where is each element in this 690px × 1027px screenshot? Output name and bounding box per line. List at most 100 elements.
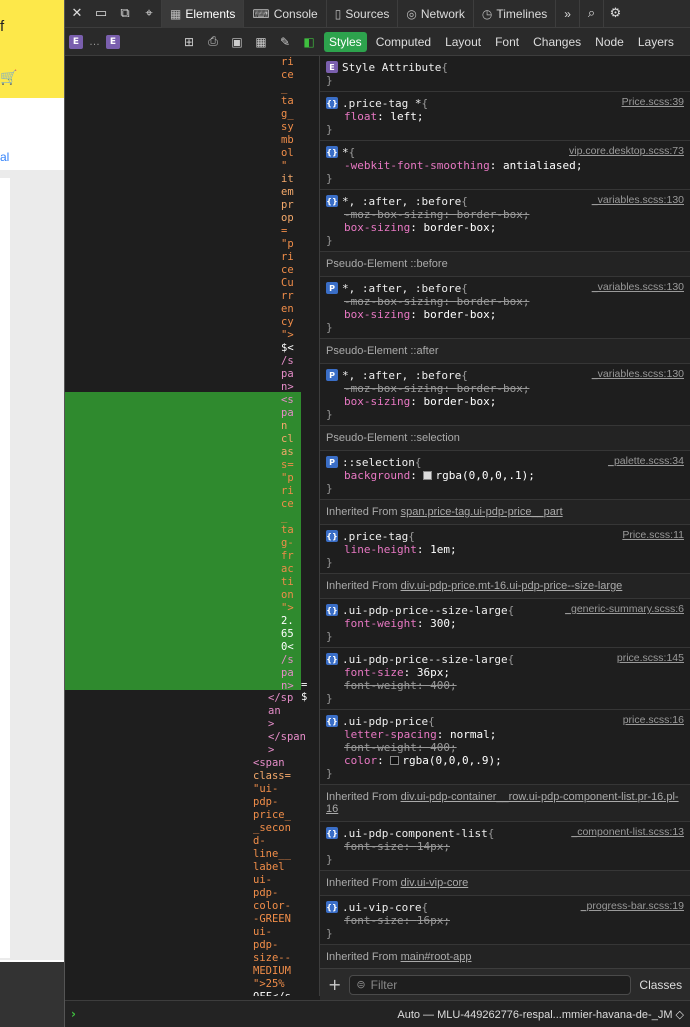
sidebar-tab-layers[interactable]: Layers — [633, 32, 679, 52]
rule-selector[interactable]: .price-tag * — [342, 97, 421, 110]
grid-icon[interactable]: ▦ — [250, 31, 272, 53]
search-icon[interactable]: ⌕ — [578, 0, 603, 28]
css-rule[interactable]: {} * {vip.core.desktop.scss:73 -webkit-fon… — [320, 141, 690, 190]
rule-selector[interactable]: .ui-pdp-price — [342, 715, 428, 728]
css-declaration[interactable]: box-sizing: border-box; — [326, 221, 684, 234]
cart-icon[interactable]: 🛒 — [0, 70, 17, 86]
css-declaration[interactable]: font-weight: 400; — [326, 679, 684, 692]
css-declaration[interactable]: background: rgba(0,0,0,.1); — [326, 469, 684, 482]
css-rule[interactable]: P *, :after, :before {_variables.scss:130… — [320, 364, 690, 426]
rule-source-link[interactable]: price.scss:16 — [623, 714, 684, 726]
css-declaration[interactable]: box-sizing: border-box; — [326, 395, 684, 408]
print-icon[interactable]: ⎙ — [202, 31, 224, 53]
rule-selector[interactable]: .ui-pdp-price--size-large — [342, 653, 508, 666]
inspect-icon[interactable]: ⌖ — [137, 0, 161, 28]
add-rule-button[interactable]: + — [328, 975, 341, 994]
css-declaration[interactable]: font-size: 36px; — [326, 666, 684, 679]
css-declaration[interactable]: line-height: 1em; — [326, 543, 684, 556]
css-rule[interactable]: {} .ui-pdp-price--size-large {price.scss:… — [320, 648, 690, 710]
rule-source-link[interactable]: _variables.scss:130 — [592, 281, 684, 293]
rule-selector[interactable]: .ui-pdp-price--size-large — [342, 604, 508, 617]
css-declaration[interactable]: font-size: 16px; — [326, 914, 684, 927]
rule-source-link[interactable]: _progress-bar.scss:19 — [581, 900, 684, 912]
rule-source-link[interactable]: Price.scss:39 — [622, 96, 684, 108]
dom-node-close-span[interactable]: </sp an > </span > — [268, 692, 306, 757]
tab-timelines[interactable]: ◷ Timelines — [472, 0, 555, 28]
css-rule[interactable]: {} .ui-pdp-price--size-large {_generic-su… — [320, 599, 690, 648]
sidebar-toggle-icon[interactable]: ◧ — [298, 31, 320, 53]
tab-elements[interactable]: ▦ Elements — [161, 0, 244, 28]
rule-selector[interactable]: ::selection — [342, 456, 415, 469]
rule-selector[interactable]: .ui-vip-core — [342, 901, 421, 914]
layout-icon[interactable]: ⊞ — [178, 31, 200, 53]
rule-source-link[interactable]: vip.core.desktop.scss:73 — [569, 145, 684, 157]
tab-console[interactable]: ⌨ Console — [243, 0, 325, 28]
element-badge[interactable]: E — [69, 34, 83, 49]
page-link[interactable]: al — [0, 150, 9, 164]
dom-node-price-symbol[interactable]: ri ce _ ta g_ sy mb ol " it em pr op = "p ri ce Cu rr en cy "… — [281, 56, 294, 693]
tab-sources[interactable]: ▯ Sources — [325, 0, 398, 28]
css-rule[interactable]: {} .price-tag {Price.scss:11 line-height: … — [320, 525, 690, 574]
inherited-link[interactable]: div.ui-vip-core — [401, 877, 469, 889]
rule-source-link[interactable]: _palette.scss:34 — [608, 455, 684, 467]
rule-selector[interactable]: Style Attribute — [342, 61, 441, 74]
more-tabs-button[interactable]: » — [555, 0, 579, 28]
css-rule[interactable]: E Style Attribute {} — [320, 56, 690, 92]
css-rule[interactable]: {} .ui-vip-core {_progress-bar.scss:19 fon… — [320, 896, 690, 945]
color-swatch[interactable] — [390, 756, 400, 765]
dom-tree[interactable]: ri ce _ ta g_ sy mb ol " it em pr op = "p ri ce Cu rr en cy "… — [65, 56, 320, 996]
css-rule[interactable]: P *, :after, :before {_variables.scss:130… — [320, 277, 690, 339]
execution-context-select[interactable]: Auto — MLU-449262776-respal...mmier-hava… — [397, 1008, 684, 1021]
css-declaration[interactable]: color: rgba(0,0,0,.9); — [326, 754, 684, 767]
css-declaration[interactable]: -moz-box-sizing: border-box; — [326, 295, 684, 308]
inherited-link[interactable]: div.ui-pdp-price.mt-16.ui-pdp-price--siz… — [401, 580, 623, 592]
dock-bottom-icon[interactable]: ▭ — [89, 0, 113, 28]
rule-source-link[interactable]: _variables.scss:130 — [592, 368, 684, 380]
css-declaration[interactable]: float: left; — [326, 110, 684, 123]
inherited-link[interactable]: span.price-tag.ui-pdp-price__part — [401, 506, 563, 518]
tab-network[interactable]: ◎ Network — [397, 0, 473, 28]
classes-button[interactable]: Classes — [639, 978, 682, 992]
rule-source-link[interactable]: _component-list.scss:13 — [571, 826, 684, 838]
rule-selector[interactable]: .price-tag — [342, 530, 408, 543]
css-rule[interactable]: {} .price-tag * {Price.scss:39 float: left… — [320, 92, 690, 141]
dom-node-second-line-label[interactable]: <span class= "ui-pdp-price_ _secon d-line__ l… — [253, 757, 291, 996]
rule-source-link[interactable]: _generic-summary.scss:6 — [565, 603, 684, 615]
css-rule[interactable]: {} .ui-pdp-component-list {_component-lis… — [320, 822, 690, 871]
sidebar-tab-node[interactable]: Node — [590, 32, 629, 52]
css-rule[interactable]: {} .ui-pdp-price {price.scss:16 letter-spa… — [320, 710, 690, 785]
undock-icon[interactable]: ⧉ — [113, 0, 137, 28]
rule-selector[interactable]: *, :after, :before — [342, 369, 461, 382]
element-badge[interactable]: E — [106, 34, 120, 49]
paint-icon[interactable]: ✎ — [274, 31, 296, 53]
close-icon[interactable]: ✕ — [65, 0, 89, 28]
gear-icon[interactable]: ⚙ — [602, 0, 627, 28]
sidebar-tab-font[interactable]: Font — [490, 32, 524, 52]
sidebar-tab-styles[interactable]: Styles — [324, 31, 367, 52]
css-declaration[interactable]: font-size: 14px; — [326, 840, 684, 853]
color-swatch[interactable] — [423, 471, 433, 480]
css-declaration[interactable]: -moz-box-sizing: border-box; — [326, 382, 684, 395]
rule-source-link[interactable]: price.scss:145 — [617, 652, 684, 664]
console-prompt-bar[interactable]: › Auto — MLU-449262776-respal...mmier-ha… — [65, 1000, 690, 1027]
sidebar-tab-layout[interactable]: Layout — [440, 32, 486, 52]
rule-selector[interactable]: *, :after, :before — [342, 282, 461, 295]
breadcrumb-ellipsis[interactable]: … — [89, 36, 100, 48]
filter-input[interactable]: ⊜ Filter — [349, 974, 632, 995]
inherited-link[interactable]: main#root-app — [401, 951, 472, 963]
rule-source-link[interactable]: Price.scss:11 — [622, 529, 684, 541]
css-declaration[interactable]: box-sizing: border-box; — [326, 308, 684, 321]
css-declaration[interactable]: -moz-box-sizing: border-box; — [326, 208, 684, 221]
css-declaration[interactable]: letter-spacing: normal; — [326, 728, 684, 741]
rule-source-link[interactable]: _variables.scss:130 — [592, 194, 684, 206]
css-declaration[interactable]: -webkit-font-smoothing: antialiased; — [326, 159, 684, 172]
css-rule[interactable]: P::selection {_palette.scss:34 background… — [320, 451, 690, 500]
css-rule[interactable]: {} *, :after, :before {_variables.scss:13… — [320, 190, 690, 252]
screenshot-icon[interactable]: ▣ — [226, 31, 248, 53]
sidebar-tab-computed[interactable]: Computed — [371, 32, 436, 52]
rule-selector[interactable]: .ui-pdp-component-list — [342, 827, 488, 840]
css-declaration[interactable]: font-weight: 400; — [326, 741, 684, 754]
rule-selector[interactable]: * — [342, 146, 349, 159]
css-declaration[interactable]: font-weight: 300; — [326, 617, 684, 630]
styles-panel[interactable]: E Style Attribute {} {} .price-tag * {Price… — [320, 56, 690, 968]
